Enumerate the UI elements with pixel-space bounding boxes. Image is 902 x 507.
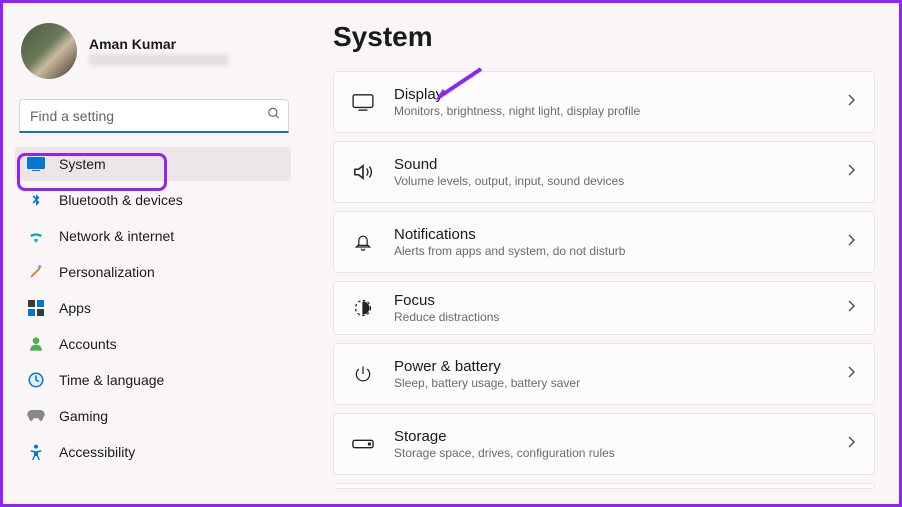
card-subtitle: Monitors, brightness, night light, displ… — [394, 104, 846, 118]
sidebar-item-apps[interactable]: Apps — [15, 291, 291, 325]
card-title: Focus — [394, 292, 846, 309]
focus-icon — [352, 297, 374, 319]
user-name: Aman Kumar — [89, 36, 229, 52]
clock-globe-icon — [27, 371, 45, 389]
account-text: Aman Kumar — [89, 36, 229, 66]
sidebar-item-label: Accessibility — [59, 444, 135, 460]
search-input[interactable] — [19, 99, 289, 133]
page-title: System — [333, 21, 875, 53]
card-text: Notifications Alerts from apps and syste… — [374, 226, 846, 258]
chevron-right-icon — [846, 163, 856, 182]
sidebar-item-time-language[interactable]: Time & language — [15, 363, 291, 397]
chevron-right-icon — [846, 299, 856, 318]
sidebar-item-label: Bluetooth & devices — [59, 192, 183, 208]
wifi-icon — [27, 227, 45, 245]
card-title: Storage — [394, 428, 846, 445]
card-text: Sound Volume levels, output, input, soun… — [374, 156, 846, 188]
card-subtitle: Volume levels, output, input, sound devi… — [394, 174, 846, 188]
system-icon — [27, 155, 45, 173]
chevron-right-icon — [846, 365, 856, 384]
search-wrap — [19, 99, 289, 133]
sidebar-item-label: Accounts — [59, 336, 117, 352]
card-subtitle: Storage space, drives, configuration rul… — [394, 446, 846, 460]
card-subtitle: Sleep, battery usage, battery saver — [394, 376, 846, 390]
sidebar-item-system[interactable]: System — [15, 147, 291, 181]
card-title: Display — [394, 86, 846, 103]
sidebar-item-bluetooth[interactable]: Bluetooth & devices — [15, 183, 291, 217]
sidebar-item-label: Apps — [59, 300, 91, 316]
sidebar-item-label: Personalization — [59, 264, 155, 280]
avatar — [21, 23, 77, 79]
account-header[interactable]: Aman Kumar — [15, 17, 291, 89]
sidebar-item-label: Gaming — [59, 408, 108, 424]
gamepad-icon — [27, 407, 45, 425]
display-icon — [352, 91, 374, 113]
card-text: Storage Storage space, drives, configura… — [374, 428, 846, 460]
card-text: Focus Reduce distractions — [374, 292, 846, 324]
chevron-right-icon — [846, 93, 856, 112]
user-subtitle-redacted — [89, 54, 229, 66]
card-text: Power & battery Sleep, battery usage, ba… — [374, 358, 846, 390]
card-title: Notifications — [394, 226, 846, 243]
power-icon — [352, 363, 374, 385]
chevron-right-icon — [846, 233, 856, 252]
setting-card-sound[interactable]: Sound Volume levels, output, input, soun… — [333, 141, 875, 203]
card-title: Power & battery — [394, 358, 846, 375]
sidebar-item-accessibility[interactable]: Accessibility — [15, 435, 291, 469]
sidebar-nav: System Bluetooth & devices Network & int… — [15, 147, 291, 469]
search-icon — [267, 107, 281, 126]
setting-card-power[interactable]: Power & battery Sleep, battery usage, ba… — [333, 343, 875, 405]
sidebar-item-label: Time & language — [59, 372, 164, 388]
accessibility-icon — [27, 443, 45, 461]
sound-icon — [352, 161, 374, 183]
setting-card-storage[interactable]: Storage Storage space, drives, configura… — [333, 413, 875, 475]
settings-card-list: Display Monitors, brightness, night ligh… — [333, 71, 875, 489]
setting-card-focus[interactable]: Focus Reduce distractions — [333, 281, 875, 335]
setting-card-notifications[interactable]: Notifications Alerts from apps and syste… — [333, 211, 875, 273]
card-text: Display Monitors, brightness, night ligh… — [374, 86, 846, 118]
setting-card-display[interactable]: Display Monitors, brightness, night ligh… — [333, 71, 875, 133]
bluetooth-icon — [27, 191, 45, 209]
apps-icon — [27, 299, 45, 317]
sidebar-item-gaming[interactable]: Gaming — [15, 399, 291, 433]
sidebar-item-personalization[interactable]: Personalization — [15, 255, 291, 289]
paintbrush-icon — [27, 263, 45, 281]
bell-icon — [352, 231, 374, 253]
storage-icon — [352, 433, 374, 455]
sidebar-item-label: Network & internet — [59, 228, 174, 244]
chevron-right-icon — [846, 435, 856, 454]
card-subtitle: Alerts from apps and system, do not dist… — [394, 244, 846, 258]
sidebar: Aman Kumar System Bluetooth & devices Ne — [3, 3, 303, 504]
sidebar-item-network[interactable]: Network & internet — [15, 219, 291, 253]
card-title: Sound — [394, 156, 846, 173]
main-content: System Display Monitors, brightness, nig… — [303, 3, 899, 504]
sidebar-item-accounts[interactable]: Accounts — [15, 327, 291, 361]
card-subtitle: Reduce distractions — [394, 310, 846, 324]
sidebar-item-label: System — [59, 156, 106, 172]
setting-card-partial[interactable] — [333, 483, 875, 489]
person-icon — [27, 335, 45, 353]
